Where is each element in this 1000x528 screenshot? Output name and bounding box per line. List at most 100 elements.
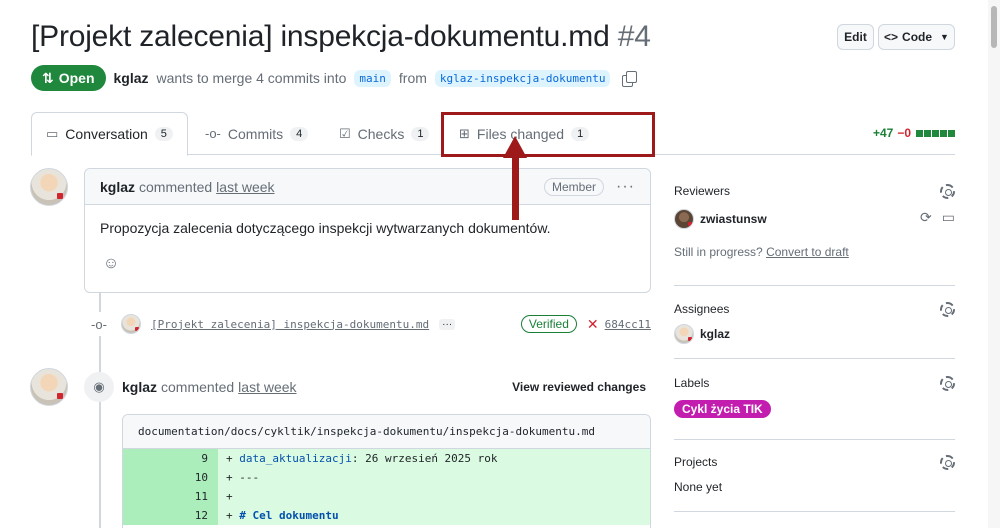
diff-code: + xyxy=(218,487,650,506)
reviewer-row: zwiastunsw xyxy=(674,209,767,229)
diff-line: 11 + xyxy=(123,487,650,506)
assignees-section: Assignees kglaz xyxy=(674,302,955,359)
tab-conversation[interactable]: ▭ Conversation 5 xyxy=(31,112,188,156)
reviewers-title: Reviewers xyxy=(674,184,731,198)
author-link[interactable]: kglaz xyxy=(114,70,149,86)
status-label: Open xyxy=(58,70,95,86)
review-action: commented xyxy=(161,379,235,395)
gear-icon[interactable] xyxy=(940,376,955,391)
review-author[interactable]: kglaz xyxy=(122,379,157,395)
kebab-horizontal-icon[interactable]: ··· xyxy=(616,178,635,196)
view-reviewed-changes-button[interactable]: View reviewed changes xyxy=(512,380,646,394)
progress-text: Still in progress? xyxy=(674,245,763,259)
gear-icon[interactable] xyxy=(940,302,955,317)
scrollbar-thumb[interactable] xyxy=(991,6,997,48)
file-path[interactable]: documentation/docs/cykltik/inspekcja-dok… xyxy=(123,415,650,449)
line-number[interactable]: 9 xyxy=(123,449,218,468)
comment-author[interactable]: kglaz xyxy=(100,179,135,195)
diff-line: 12 + # Cel dokumentu xyxy=(123,506,650,525)
member-badge: Member xyxy=(544,177,605,196)
commit-icon: -o- xyxy=(85,312,113,336)
x-icon[interactable]: ✕ xyxy=(587,316,599,333)
label-pill[interactable]: Cykl życia TIK xyxy=(674,400,771,418)
diff-file: documentation/docs/cykltik/inspekcja-dok… xyxy=(122,414,651,528)
base-branch[interactable]: main xyxy=(354,69,391,87)
annotation-arrow-shaft xyxy=(512,150,519,220)
diff-rest: : 26 wrzesień 2025 rok xyxy=(351,452,498,465)
commit-row: -o- [Projekt zalecenia] inspekcja-dokume… xyxy=(85,312,651,336)
pr-title-text: [Projekt zalecenia] inspekcja-dokumentu.… xyxy=(31,20,610,53)
comment-icon[interactable]: ▭ xyxy=(942,209,955,226)
sync-icon[interactable]: ⟳ xyxy=(920,209,932,226)
checklist-icon: ☑ xyxy=(339,125,351,141)
chevron-down-icon: ▼ xyxy=(940,32,949,42)
line-number[interactable]: 12 xyxy=(123,506,218,525)
smiley-icon[interactable]: ☺ xyxy=(100,253,122,275)
labels-title: Labels xyxy=(674,376,710,390)
review-time[interactable]: last week xyxy=(238,379,296,395)
diff-key: data_aktualizacji xyxy=(239,452,352,465)
edit-button[interactable]: Edit xyxy=(837,24,874,50)
labels-section: Labels Cykl życia TIK xyxy=(674,376,955,440)
projects-value: None yet xyxy=(674,480,723,494)
reviewer-actions: ⟳ ▭ xyxy=(920,209,955,226)
avatar[interactable] xyxy=(674,324,694,344)
merge-text: wants to merge 4 commits into xyxy=(156,70,347,86)
convert-to-draft-link[interactable]: Convert to draft xyxy=(766,245,849,259)
commit-icon: -o- xyxy=(205,126,221,141)
comment-time[interactable]: last week xyxy=(216,179,274,195)
gear-icon[interactable] xyxy=(940,455,955,470)
comment-header: kglaz commented last week Member ··· xyxy=(85,169,650,205)
diff-code: + --- xyxy=(218,468,650,487)
avatar[interactable] xyxy=(674,209,694,229)
draft-prompt: Still in progress? Convert to draft xyxy=(674,245,849,259)
annotation-highlight-box xyxy=(441,112,655,157)
from-text: from xyxy=(398,70,427,86)
assignee-row: kglaz xyxy=(674,324,730,344)
status-badge: ⇅ Open xyxy=(31,65,106,91)
commit-sha[interactable]: 684cc11 xyxy=(605,318,651,331)
comment-discussion-icon: ▭ xyxy=(46,126,59,141)
pr-number: #4 xyxy=(617,20,651,53)
tab-checks[interactable]: ☑ Checks 1 xyxy=(339,112,430,155)
tab-commits[interactable]: -o- Commits 4 xyxy=(205,112,309,155)
copy-icon[interactable] xyxy=(622,71,638,87)
diff-line: 9 + data_aktualizacji: 26 wrzesień 2025 … xyxy=(123,449,650,468)
reviewer-name[interactable]: zwiastunsw xyxy=(700,212,767,226)
head-branch[interactable]: kglaz-inspekcja-dokumentu xyxy=(434,69,611,87)
tab-count: 1 xyxy=(411,126,430,141)
avatar[interactable] xyxy=(30,168,68,206)
gear-icon[interactable] xyxy=(940,184,955,199)
eye-icon: ◉ xyxy=(84,372,114,402)
avatar[interactable] xyxy=(121,314,141,334)
projects-section: Projects None yet xyxy=(674,455,955,512)
scrollbar[interactable] xyxy=(988,0,1000,528)
diff-sign: + xyxy=(226,471,240,484)
commit-message[interactable]: [Projekt zalecenia] inspekcja-dokumentu.… xyxy=(151,318,429,331)
diffstat-blocks xyxy=(915,126,955,140)
code-icon: <> xyxy=(884,30,899,44)
tab-label: Checks xyxy=(357,125,405,142)
line-number[interactable]: 10 xyxy=(123,468,218,487)
line-number[interactable]: 11 xyxy=(123,487,218,506)
comment-action: commented xyxy=(139,178,213,195)
pr-title: [Projekt zalecenia] inspekcja-dokumentu.… xyxy=(31,20,651,54)
code-button[interactable]: <> Code ▼ xyxy=(878,24,955,50)
pr-meta: ⇅ Open kglaz wants to merge 4 commits in… xyxy=(31,65,638,91)
review-row: ◉ kglaz commented last week View reviewe… xyxy=(84,372,654,402)
tab-label: Commits xyxy=(227,125,284,142)
assignee-name[interactable]: kglaz xyxy=(700,327,730,341)
diff-code: + data_aktualizacji: 26 wrzesień 2025 ro… xyxy=(218,449,650,468)
comment-box: kglaz commented last week Member ··· Pro… xyxy=(84,168,651,293)
tab-count: 4 xyxy=(290,126,309,141)
verified-badge[interactable]: Verified xyxy=(520,315,577,333)
diff-heading: # Cel dokumentu xyxy=(239,509,339,522)
assignees-title: Assignees xyxy=(674,302,730,316)
diffstat: +47 −0 xyxy=(873,126,955,140)
diff-sign: + xyxy=(226,452,240,465)
diff-sign: + xyxy=(226,509,240,522)
tab-label: Conversation xyxy=(65,126,148,142)
tab-count: 5 xyxy=(154,127,173,141)
avatar[interactable] xyxy=(30,368,68,406)
commit-expand-button[interactable]: ··· xyxy=(439,318,456,330)
